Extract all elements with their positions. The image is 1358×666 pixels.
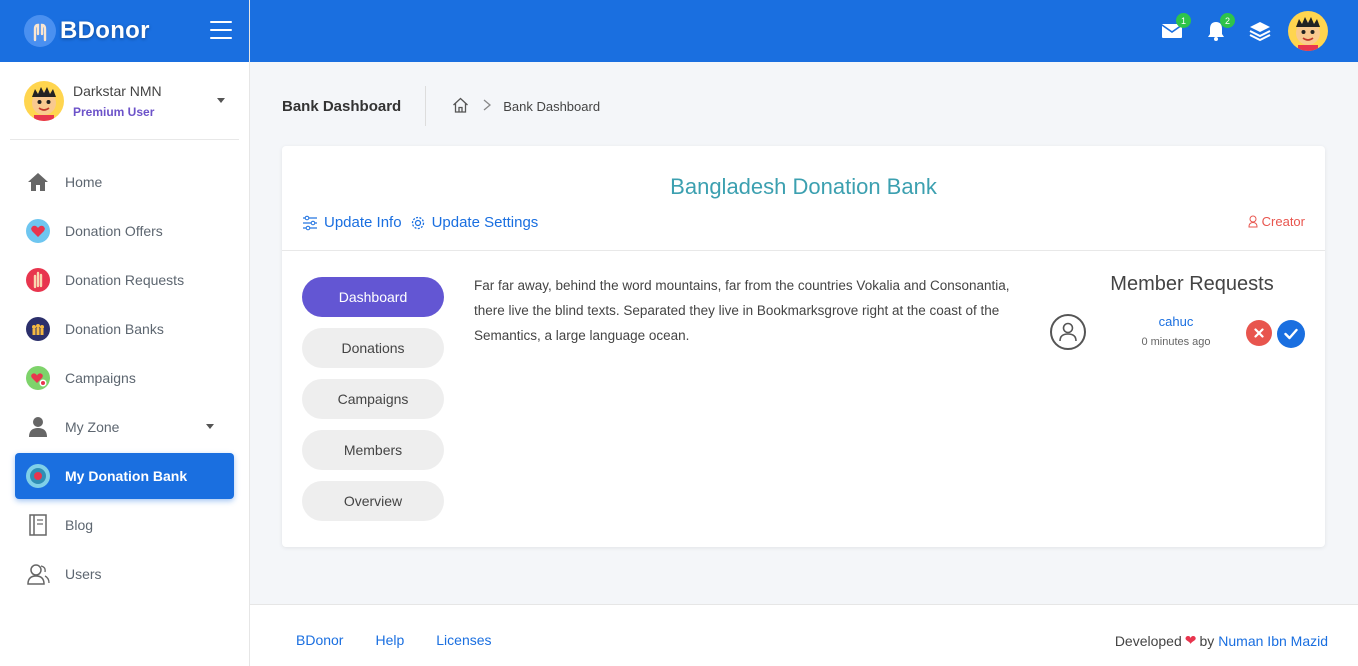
- users-icon: [24, 560, 52, 588]
- gear-icon: [411, 216, 424, 229]
- campaign-icon: [24, 364, 52, 392]
- sidebar-item-my-donation-bank[interactable]: My Donation Bank: [15, 453, 234, 499]
- bell-icon[interactable]: 2: [1203, 13, 1235, 44]
- close-icon: [1254, 328, 1264, 338]
- messages-badge: 1: [1176, 13, 1191, 28]
- user-role: Premium User: [73, 104, 155, 119]
- tab-campaigns[interactable]: Campaigns: [302, 379, 444, 419]
- sidebar-item-label: My Donation Bank: [65, 468, 188, 484]
- sidebar-item-label: Blog: [65, 517, 94, 533]
- bank-people-icon: [24, 315, 52, 343]
- chevron-right-icon: [483, 99, 492, 114]
- notebook-icon: [24, 511, 52, 539]
- home-icon[interactable]: [452, 97, 469, 116]
- creator-label: Creator: [1261, 214, 1305, 229]
- heart-icon: ❤: [1184, 632, 1197, 648]
- sidebar-item-label: My Zone: [65, 419, 120, 435]
- check-icon: [1284, 328, 1298, 340]
- bank-card: Bangladesh Donation Bank Update Info Upd…: [282, 146, 1325, 547]
- author-link[interactable]: Numan Ibn Mazid: [1218, 633, 1328, 649]
- breadcrumb-current: Bank Dashboard: [503, 98, 601, 114]
- sliders-icon: [303, 215, 317, 230]
- hands-logo-icon: [24, 15, 56, 47]
- sidebar-item-donation-banks[interactable]: Donation Banks: [15, 306, 234, 352]
- home-icon: [24, 168, 52, 196]
- page-title: Bank Dashboard: [282, 86, 427, 126]
- chevron-down-icon: [206, 424, 214, 429]
- sidebar-item-label: Campaigns: [65, 370, 136, 386]
- footer-link-help[interactable]: Help: [375, 632, 404, 648]
- user-name: Darkstar NMN: [73, 82, 162, 99]
- mail-icon[interactable]: 1: [1159, 13, 1191, 44]
- tab-overview[interactable]: Overview: [302, 481, 444, 521]
- sidebar-item-campaigns[interactable]: Campaigns: [15, 355, 234, 401]
- user-avatar: [24, 80, 64, 121]
- update-info-link[interactable]: Update Info: [302, 214, 402, 231]
- top-user-avatar[interactable]: [1288, 11, 1328, 51]
- raised-hand-icon: [24, 266, 52, 294]
- brand: BDonor: [0, 0, 249, 62]
- sidebar-item-my-zone[interactable]: My Zone: [15, 404, 234, 450]
- breadcrumb: Bank Dashboard: [452, 97, 600, 116]
- footer: BDonor Help Licenses Developed ❤ by Numa…: [250, 604, 1358, 666]
- user-panel[interactable]: Darkstar NMN Premium User: [10, 62, 239, 140]
- sidebar-item-label: Donation Offers: [65, 223, 163, 239]
- sidebar: BDonor Darkstar NMN Premium User Home Do…: [0, 0, 250, 666]
- creator-link[interactable]: Creator: [1248, 214, 1305, 229]
- member-requests-title: Member Requests: [1110, 273, 1274, 295]
- tab-members[interactable]: Members: [302, 430, 444, 470]
- layers-icon[interactable]: [1247, 18, 1273, 44]
- footer-link-bdonor[interactable]: BDonor: [296, 632, 343, 648]
- update-settings-link[interactable]: Update Settings: [410, 214, 539, 231]
- footer-developed: Developed: [1114, 632, 1182, 649]
- member-name-link[interactable]: cahuc: [1142, 314, 1210, 329]
- tab-donations[interactable]: Donations: [302, 328, 444, 368]
- bank-title: Bangladesh Donation Bank: [670, 174, 937, 199]
- tab-dashboard[interactable]: Dashboard: [302, 277, 444, 317]
- accept-button[interactable]: [1277, 320, 1305, 348]
- sidebar-item-blog[interactable]: Blog: [15, 502, 234, 548]
- notifications-badge: 2: [1220, 13, 1235, 28]
- main-content: Bank Dashboard Bank Dashboard Bangladesh…: [250, 62, 1358, 604]
- divider: [282, 250, 1325, 251]
- topbar: 1 2: [250, 0, 1358, 62]
- footer-credit: Developed ❤ by Numan Ibn Mazid: [1115, 632, 1328, 649]
- sidebar-item-users[interactable]: Users: [15, 551, 234, 597]
- sidebar-item-label: Donation Banks: [65, 321, 164, 337]
- chevron-down-icon[interactable]: [217, 98, 225, 103]
- sidebar-nav: Home Donation Offers Donation Requests D…: [0, 159, 249, 597]
- hamburger-menu-icon[interactable]: [210, 21, 232, 39]
- sidebar-item-label: Home: [65, 174, 103, 190]
- member-requests: Member Requests cahuc 0 minutes ago: [1042, 273, 1312, 364]
- user-circle-icon: [1050, 314, 1086, 350]
- heart-hand-icon: [24, 217, 52, 245]
- footer-link-licenses[interactable]: Licenses: [436, 632, 491, 648]
- reject-button[interactable]: [1246, 320, 1272, 346]
- brand-name[interactable]: BDonor: [60, 17, 150, 45]
- sidebar-item-label: Users: [65, 566, 102, 582]
- person-icon: [24, 413, 52, 441]
- user-outline-icon: [1248, 215, 1258, 228]
- footer-by: by: [1199, 632, 1215, 649]
- target-icon: [24, 462, 52, 490]
- sidebar-item-donation-requests[interactable]: Donation Requests: [15, 257, 234, 303]
- member-request-time: 0 minutes ago: [1141, 336, 1211, 348]
- list-item: cahuc 0 minutes ago: [1042, 314, 1312, 364]
- sidebar-item-home[interactable]: Home: [15, 159, 234, 205]
- sidebar-item-label: Donation Requests: [65, 272, 185, 288]
- update-settings-label: Update Settings: [431, 214, 539, 231]
- sidebar-item-donation-offers[interactable]: Donation Offers: [15, 208, 234, 254]
- bank-tabs: Dashboard Donations Campaigns Members Ov…: [302, 277, 444, 532]
- bank-description: Far far away, behind the word mountains,…: [474, 278, 1010, 343]
- update-info-label: Update Info: [324, 214, 402, 231]
